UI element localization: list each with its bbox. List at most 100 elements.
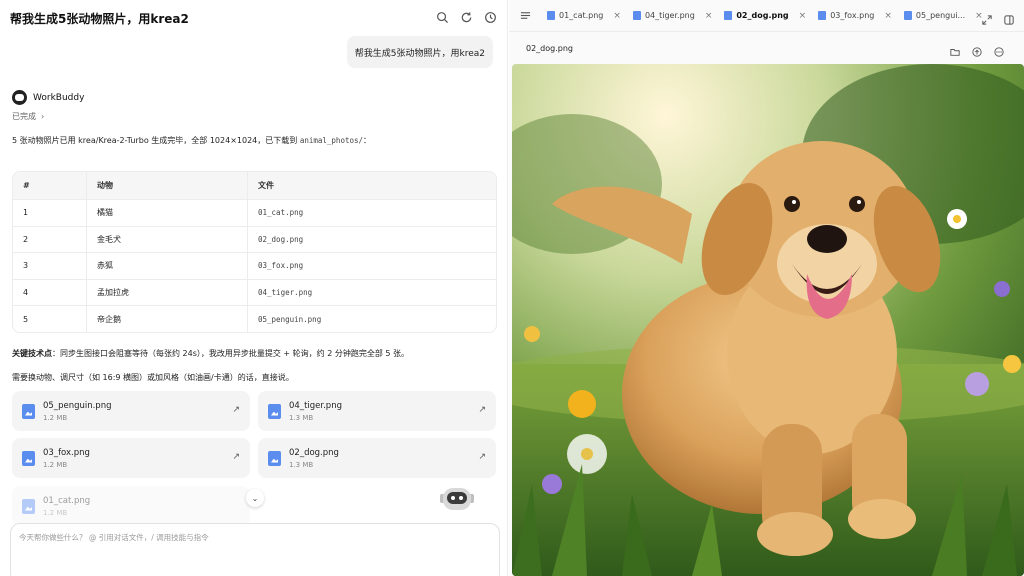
file-card[interactable]: 05_penguin.png 1.2 MB ↗	[12, 391, 250, 431]
image-file-icon	[818, 11, 827, 20]
expand-icon[interactable]	[982, 10, 992, 29]
chat-header-actions	[435, 10, 497, 24]
result-table: # 动物 文件 1 橘猫 01_cat.png 2 金毛犬 02_dog.png…	[12, 171, 497, 333]
table-cell: 5	[13, 306, 87, 332]
status-toggle[interactable]: 已完成 ›	[12, 111, 44, 122]
bot-name: WorkBuddy	[33, 92, 85, 103]
composer-placeholder: 今天帮你做些什么？ @ 引用对话文件，/ 调用技能与指令	[19, 533, 209, 542]
file-card-size: 1.2 MB	[43, 413, 68, 422]
table-cell: 1	[13, 200, 87, 226]
tab-label: 01_cat.png	[559, 11, 604, 20]
file-card-name: 04_tiger.png	[289, 400, 342, 411]
table-row: 4 孟加拉虎 04_tiger.png	[13, 278, 496, 306]
image-file-icon	[22, 403, 35, 419]
refresh-icon[interactable]	[459, 10, 473, 24]
tab-actions	[982, 10, 1014, 29]
summary-text: 5 张动物照片已用 krea/Krea-2-Turbo 生成完毕，全部 1024…	[12, 135, 371, 146]
file-card-size: 1.2 MB	[43, 460, 68, 469]
bot-avatar	[12, 90, 27, 105]
search-icon[interactable]	[435, 10, 449, 24]
external-link-icon[interactable]: ↗	[232, 405, 240, 415]
file-card-name: 02_dog.png	[289, 447, 339, 458]
close-icon[interactable]: ×	[613, 11, 621, 21]
table-header-cell: 动物	[87, 172, 248, 199]
more-icon[interactable]	[994, 42, 1004, 61]
file-card[interactable]: 03_fox.png 1.2 MB ↗	[12, 438, 250, 478]
tab-label: 03_fox.png	[830, 11, 875, 20]
folder-icon[interactable]	[950, 42, 960, 61]
preview-pane: 01_cat.png × 04_tiger.png × 02_dog.png ×…	[509, 0, 1024, 576]
file-card-size: 1.2 MB	[43, 508, 68, 517]
upload-icon[interactable]	[972, 42, 982, 61]
summary-body: 5 张动物照片已用 krea/Krea-2-Turbo 生成完毕，全部 1024…	[12, 136, 300, 145]
key-point-note: 关键技术点：同步生图接口会阻塞等待（每张约 24s），我改用异步批量提交 + 轮…	[12, 348, 409, 359]
file-card-name: 05_penguin.png	[43, 400, 112, 411]
table-cell: 03_fox.png	[258, 261, 304, 271]
file-card[interactable]: 01_cat.png 1.2 MB	[12, 486, 250, 526]
robot-face	[447, 492, 467, 504]
table-cell: 05_penguin.png	[258, 314, 322, 324]
bot-header: WorkBuddy	[12, 90, 84, 105]
tab-bar: 01_cat.png × 04_tiger.png × 02_dog.png ×…	[509, 0, 1024, 32]
table-cell: 3	[13, 253, 87, 279]
close-icon[interactable]: ×	[705, 11, 713, 21]
clock-icon[interactable]	[483, 10, 497, 24]
chat-title: 帮我生成5张动物照片，用krea2	[10, 11, 189, 26]
app-root: 帮我生成5张动物照片，用krea2 帮我生成5张动物照片，用krea2 Work…	[0, 0, 1024, 576]
external-link-icon[interactable]: ↗	[478, 452, 486, 462]
menu-icon[interactable]	[509, 0, 541, 32]
tab-02-dog[interactable]: 02_dog.png ×	[718, 0, 812, 32]
tab-04-tiger[interactable]: 04_tiger.png ×	[627, 0, 718, 32]
table-cell: 2	[13, 226, 87, 253]
file-card[interactable]: 02_dog.png 1.3 MB ↗	[258, 438, 496, 478]
file-header: 02_dog.png	[509, 32, 1024, 64]
tab-01-cat[interactable]: 01_cat.png ×	[541, 0, 627, 32]
external-link-icon[interactable]: ↗	[232, 452, 240, 462]
assistant-robot-icon[interactable]	[437, 482, 477, 516]
chevron-right-icon: ›	[41, 112, 45, 121]
key-point-text: ：同步生图接口会阻塞等待（每张约 24s），我改用异步批量提交 + 轮询，约 2…	[52, 349, 410, 358]
table-cell: 赤狐	[87, 253, 248, 279]
image-file-icon	[22, 450, 35, 466]
table-header-cell: 文件	[258, 181, 274, 190]
table-cell: 金毛犬	[87, 226, 248, 253]
dog-photo-preview	[512, 64, 1024, 576]
tab-05-penguin[interactable]: 05_pengui... ×	[898, 0, 989, 32]
file-card-size: 1.3 MB	[289, 413, 314, 422]
table-cell: 04_tiger.png	[258, 288, 313, 298]
table-cell: 孟加拉虎	[87, 279, 248, 306]
image-file-icon	[632, 11, 641, 20]
robot-eye	[459, 496, 463, 500]
table-header-cell: #	[13, 172, 87, 199]
chevron-down-icon[interactable]: ⌄	[246, 489, 264, 507]
split-icon[interactable]	[1004, 10, 1014, 29]
dog-photo-illustration	[512, 64, 1024, 576]
key-point-label: 关键技术点	[12, 349, 52, 358]
table-row: 3 赤狐 03_fox.png	[13, 252, 496, 279]
summary-path: animal_photos/	[299, 136, 364, 145]
table-cell: 02_dog.png	[258, 234, 304, 244]
file-actions	[950, 42, 1004, 61]
file-card[interactable]: 04_tiger.png 1.3 MB ↗	[258, 391, 496, 431]
image-file-icon	[22, 498, 35, 514]
robot-eye	[451, 496, 455, 500]
chat-pane: 帮我生成5张动物照片，用krea2 帮我生成5张动物照片，用krea2 Work…	[0, 0, 508, 576]
table-cell: 帝企鹅	[87, 306, 248, 332]
image-file-icon	[268, 450, 281, 466]
table-row: 5 帝企鹅 05_penguin.png	[13, 305, 496, 332]
image-file-icon	[903, 11, 912, 20]
file-card-name: 03_fox.png	[43, 447, 90, 458]
message-composer[interactable]: 今天帮你做些什么？ @ 引用对话文件，/ 调用技能与指令	[10, 523, 500, 576]
status-label: 已完成	[12, 112, 36, 121]
tab-label: 02_dog.png	[736, 11, 789, 20]
close-icon[interactable]: ×	[799, 11, 807, 21]
close-icon[interactable]: ×	[884, 11, 892, 21]
tab-label: 05_pengui...	[915, 11, 966, 20]
summary-end: ：	[363, 136, 372, 145]
external-link-icon[interactable]: ↗	[478, 405, 486, 415]
tab-label: 04_tiger.png	[644, 11, 695, 20]
current-file-name: 02_dog.png	[526, 43, 573, 53]
table-header-row: # 动物 文件	[13, 172, 496, 199]
table-cell: 01_cat.png	[258, 208, 304, 218]
tab-03-fox[interactable]: 03_fox.png ×	[812, 0, 898, 32]
